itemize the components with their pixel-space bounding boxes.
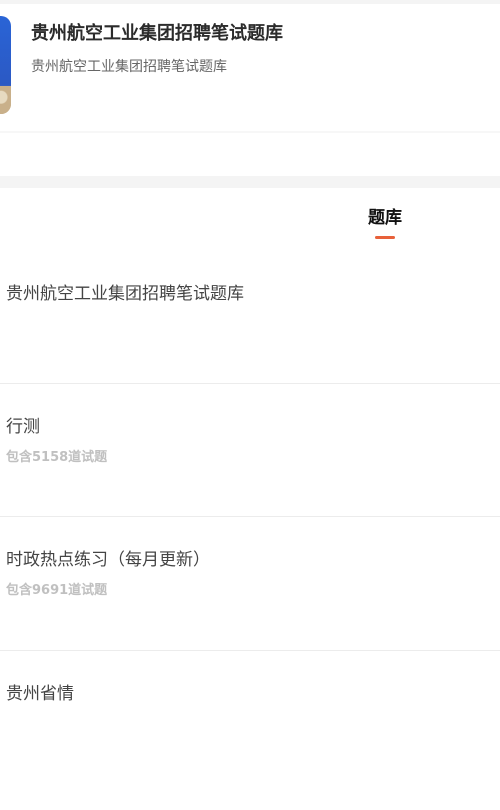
header-divider: [0, 131, 500, 133]
list-item-xingce[interactable]: 行测 包含5158道试题: [0, 384, 500, 516]
bank-title: 贵州航空工业集团招聘笔试题库: [31, 23, 283, 44]
item-title: 行测: [6, 417, 40, 437]
question-bank-page: 贵州航空工业集团招聘笔试题库 贵州航空工业集团招聘笔试题库 题库 贵州航空工业集…: [0, 0, 500, 810]
section-gap: [0, 176, 500, 188]
item-title: 贵州省情: [6, 684, 74, 704]
active-tab-indicator: [375, 236, 395, 239]
item-title: 时政热点练习（每月更新）: [6, 550, 210, 570]
list-item-bank-root[interactable]: 贵州航空工业集团招聘笔试题库: [0, 270, 500, 383]
item-question-count: 包含9691道试题: [6, 583, 108, 598]
section-title: 贵州航空工业集团招聘笔试题库: [6, 284, 244, 304]
bank-subtitle: 贵州航空工业集团招聘笔试题库: [31, 59, 227, 75]
list-item-guizhou-province[interactable]: 贵州省情: [0, 651, 500, 810]
tab-question-bank[interactable]: 题库: [352, 207, 418, 243]
bank-cover-image: [0, 16, 11, 114]
tab-label: 题库: [368, 208, 402, 228]
bank-header-card[interactable]: 贵州航空工业集团招聘笔试题库 贵州航空工业集团招聘笔试题库: [0, 0, 500, 138]
list-item-current-affairs[interactable]: 时政热点练习（每月更新） 包含9691道试题: [0, 517, 500, 649]
item-question-count: 包含5158道试题: [6, 450, 108, 465]
top-divider: [0, 0, 500, 4]
